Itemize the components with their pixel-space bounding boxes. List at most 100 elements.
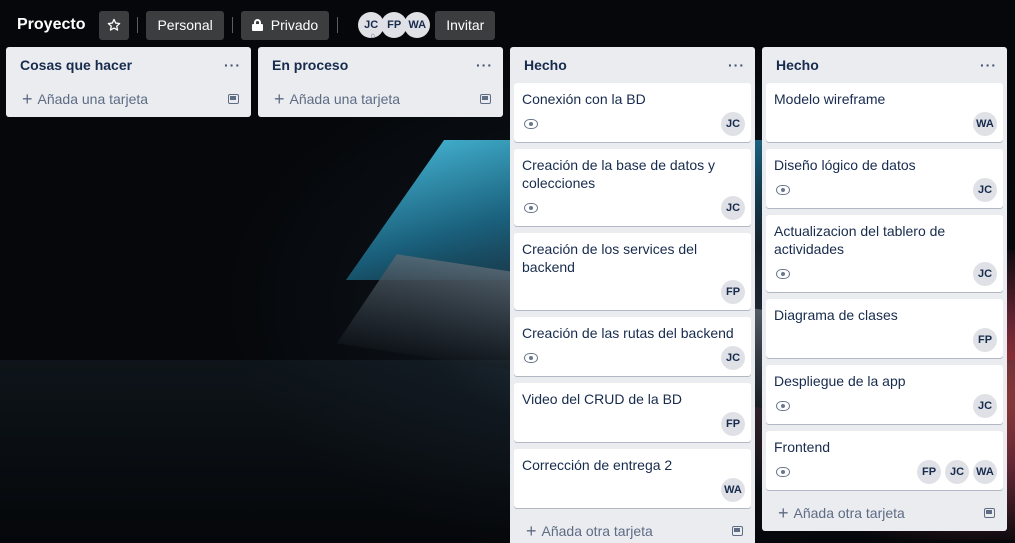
- list-header[interactable]: Hecho ···: [766, 47, 1003, 83]
- card-title: Corrección de entrega 2: [522, 457, 673, 473]
- card-template-icon[interactable]: [732, 526, 743, 536]
- list-title[interactable]: En proceso: [272, 57, 348, 73]
- card[interactable]: Actualizacion del tablero de actividades…: [766, 215, 1003, 292]
- card-title: Conexión con la BD: [522, 91, 646, 107]
- card-title: Frontend: [774, 439, 831, 455]
- card-title: Creación de los services del backend: [522, 241, 698, 275]
- card-badges: WA: [522, 478, 745, 502]
- card-template-icon[interactable]: [480, 94, 491, 104]
- card[interactable]: Creación de la base de datos y coleccion…: [514, 149, 751, 226]
- card-member-avatar[interactable]: JC: [721, 196, 745, 220]
- card-badges: FP: [522, 412, 745, 436]
- card-member-avatar[interactable]: JC: [973, 178, 997, 202]
- card[interactable]: Despliegue de la app JC: [766, 365, 1003, 424]
- card-badges: FP JC WA: [774, 460, 997, 484]
- list: Hecho ··· Modelo wireframe WA Diseño lógico …: [762, 47, 1007, 531]
- plus-icon: +: [22, 89, 33, 109]
- list: Cosas que hacer ··· + Añada una tarjeta: [6, 47, 251, 117]
- list-header[interactable]: En proceso ···: [262, 47, 499, 83]
- card-member-avatar[interactable]: JC: [945, 460, 969, 484]
- member-initials: JC: [364, 19, 379, 31]
- card-member-avatar[interactable]: JC: [973, 394, 997, 418]
- list-menu-icon[interactable]: ···: [476, 57, 493, 73]
- card-template-icon[interactable]: [984, 508, 995, 518]
- card-member-avatar[interactable]: WA: [973, 460, 997, 484]
- card[interactable]: Creación de los services del backend FP: [514, 233, 751, 310]
- member-avatar[interactable]: WA: [404, 12, 431, 38]
- add-card-button[interactable]: + Añada una tarjeta: [274, 90, 400, 108]
- plus-icon: +: [526, 521, 537, 541]
- list-header[interactable]: Hecho ···: [514, 47, 751, 83]
- card-members: FP: [717, 280, 745, 304]
- card-badges: JC: [522, 196, 745, 220]
- card-badges: JC: [774, 262, 997, 286]
- watch-eye-icon: [524, 353, 538, 363]
- card-member-avatar[interactable]: WA: [721, 478, 745, 502]
- card[interactable]: Diagrama de clases FP: [766, 299, 1003, 358]
- add-card-row: + Añada una tarjeta: [262, 83, 499, 115]
- card-member-avatar[interactable]: JC: [973, 262, 997, 286]
- visibility-button[interactable]: Privado: [240, 10, 330, 40]
- card-badges: JC: [522, 112, 745, 136]
- card-badges: JC: [774, 178, 997, 202]
- watch-eye-icon: [776, 185, 790, 195]
- card-template-icon[interactable]: [228, 94, 239, 104]
- card[interactable]: Corrección de entrega 2 WA: [514, 449, 751, 508]
- watch-eye-icon: [524, 119, 538, 129]
- card[interactable]: Modelo wireframe WA: [766, 83, 1003, 142]
- card-title: Actualizacion del tablero de actividades: [774, 223, 946, 257]
- add-card-row: + Añada otra tarjeta: [766, 497, 1003, 529]
- list-title[interactable]: Hecho: [524, 57, 567, 73]
- list-title[interactable]: Cosas que hacer: [20, 57, 132, 73]
- admin-badge-icon: ⌂: [370, 31, 376, 40]
- list: En proceso ··· + Añada una tarjeta: [258, 47, 503, 117]
- watch-eye-icon: [524, 203, 538, 213]
- member-initials: FP: [387, 19, 402, 31]
- card-members: JC: [717, 346, 745, 370]
- invite-button[interactable]: Invitar: [435, 10, 496, 40]
- plus-icon: +: [778, 503, 789, 523]
- list-menu-icon[interactable]: ···: [224, 57, 241, 73]
- card-member-avatar[interactable]: JC: [721, 112, 745, 136]
- card-member-avatar[interactable]: FP: [721, 412, 745, 436]
- plus-icon: +: [274, 89, 285, 109]
- card[interactable]: Frontend FP JC WA: [766, 431, 1003, 490]
- card-badges: JC: [522, 346, 745, 370]
- card-member-avatar[interactable]: WA: [973, 112, 997, 136]
- card[interactable]: Creación de las rutas del backend JC: [514, 317, 751, 376]
- list-menu-icon[interactable]: ···: [728, 57, 745, 73]
- star-icon: [108, 18, 121, 31]
- card-members: JC: [969, 394, 997, 418]
- add-card-button[interactable]: + Añada una tarjeta: [22, 90, 148, 108]
- card-members: JC: [969, 262, 997, 286]
- add-card-label: Añada otra tarjeta: [541, 523, 653, 539]
- board-title[interactable]: Proyecto: [17, 16, 85, 34]
- star-button[interactable]: [99, 10, 130, 40]
- list-header[interactable]: Cosas que hacer ···: [10, 47, 247, 83]
- card-member-avatar[interactable]: FP: [973, 328, 997, 352]
- card-badges: WA: [774, 112, 997, 136]
- card-members: WA: [717, 478, 745, 502]
- add-card-button[interactable]: + Añada otra tarjeta: [526, 522, 653, 540]
- workspace-button[interactable]: Personal: [146, 10, 224, 40]
- invite-label: Invitar: [446, 17, 485, 33]
- list-menu-icon[interactable]: ···: [980, 57, 997, 73]
- list: Hecho ··· Conexión con la BD JC Creación de …: [510, 47, 755, 543]
- card-badges: FP: [774, 328, 997, 352]
- card-members: FP JC WA: [913, 460, 997, 484]
- card[interactable]: Diseño lógico de datos JC: [766, 149, 1003, 208]
- list-title[interactable]: Hecho: [776, 57, 819, 73]
- card-member-avatar[interactable]: FP: [917, 460, 941, 484]
- add-card-button[interactable]: + Añada otra tarjeta: [778, 504, 905, 522]
- card[interactable]: Video del CRUD de la BD FP: [514, 383, 751, 442]
- card-member-avatar[interactable]: JC: [721, 346, 745, 370]
- card-member-avatar[interactable]: FP: [721, 280, 745, 304]
- card[interactable]: Conexión con la BD JC: [514, 83, 751, 142]
- card-members: FP: [717, 412, 745, 436]
- header-divider: [337, 17, 339, 33]
- card-title: Modelo wireframe: [774, 91, 886, 107]
- card-members: JC: [969, 178, 997, 202]
- card-title: Diagrama de clases: [774, 307, 898, 323]
- add-card-label: Añada otra tarjeta: [793, 505, 905, 521]
- card-members: JC: [717, 112, 745, 136]
